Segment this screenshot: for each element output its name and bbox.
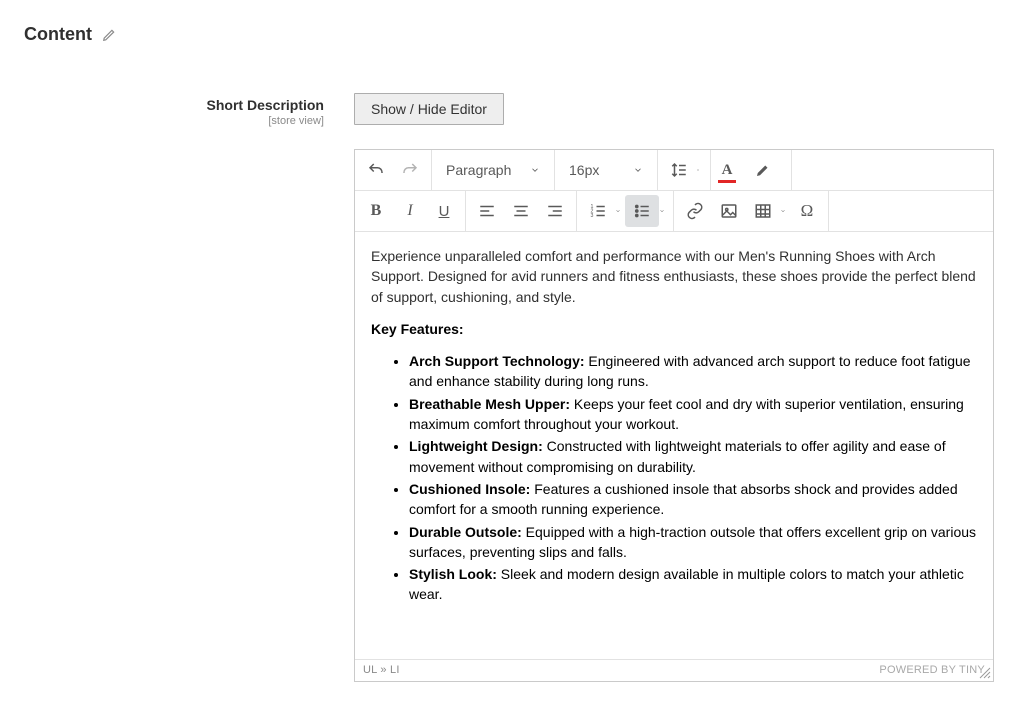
feature-item: Durable Outsole: Equipped with a high-tr… [409, 522, 977, 563]
undo-button[interactable] [359, 154, 393, 186]
resize-handle-icon[interactable] [979, 667, 993, 681]
pencil-icon[interactable] [102, 28, 116, 42]
unordered-list-button[interactable] [625, 195, 659, 227]
feature-title: Arch Support Technology: [409, 353, 585, 369]
image-button[interactable] [712, 195, 746, 227]
feature-title: Lightweight Design: [409, 438, 543, 454]
feature-item: Breathable Mesh Upper: Keeps your feet c… [409, 394, 977, 435]
wysiwyg-editor: Paragraph 16px [354, 149, 994, 682]
feature-title: Breathable Mesh Upper: [409, 396, 570, 412]
font-size-select[interactable]: 16px [559, 154, 653, 186]
field-value: Show / Hide Editor Paragraph [354, 93, 994, 682]
align-left-button[interactable] [470, 195, 504, 227]
short-description-row: Short Description [store view] Show / Hi… [24, 93, 1000, 682]
link-button[interactable] [678, 195, 712, 227]
feature-title: Stylish Look: [409, 566, 497, 582]
chevron-down-icon[interactable] [659, 206, 669, 216]
field-label: Short Description [store view] [24, 93, 354, 127]
chevron-down-icon[interactable] [739, 165, 751, 175]
features-list: Arch Support Technology: Engineered with… [371, 351, 977, 605]
field-label-text: Short Description [24, 97, 324, 113]
align-center-button[interactable] [504, 195, 538, 227]
bold-button[interactable]: B [359, 195, 393, 227]
feature-title: Cushioned Insole: [409, 481, 530, 497]
chevron-down-icon[interactable] [696, 165, 706, 175]
key-features-heading: Key Features: [371, 319, 977, 339]
underline-button[interactable]: U [427, 195, 461, 227]
redo-button[interactable] [393, 154, 427, 186]
chevron-down-icon[interactable] [615, 206, 625, 216]
feature-item: Cushioned Insole: Features a cushioned i… [409, 479, 977, 520]
chevron-down-icon[interactable] [775, 165, 787, 175]
feature-item: Arch Support Technology: Engineered with… [409, 351, 977, 392]
intro-paragraph: Experience unparalleled comfort and perf… [371, 246, 977, 307]
element-path[interactable]: UL » LI [363, 664, 400, 676]
align-right-button[interactable] [538, 195, 572, 227]
chevron-down-icon[interactable] [780, 206, 790, 216]
table-button[interactable] [746, 195, 780, 227]
font-size-value: 16px [569, 162, 629, 178]
italic-button[interactable]: I [393, 195, 427, 227]
section-title: Content [24, 24, 92, 45]
block-format-select[interactable]: Paragraph [436, 154, 550, 186]
block-format-value: Paragraph [446, 162, 526, 178]
ordered-list-button[interactable]: 123 [581, 195, 615, 227]
feature-item: Stylish Look: Sleek and modern design av… [409, 564, 977, 605]
editor-content[interactable]: Experience unparalleled comfort and perf… [355, 232, 993, 659]
feature-title: Durable Outsole: [409, 524, 522, 540]
field-scope: [store view] [24, 115, 324, 127]
text-color-button[interactable]: A [715, 154, 739, 186]
chevron-down-icon [530, 165, 540, 175]
show-hide-editor-button[interactable]: Show / Hide Editor [354, 93, 504, 125]
chevron-down-icon [633, 165, 643, 175]
svg-text:3: 3 [591, 213, 594, 219]
background-color-button[interactable] [751, 154, 775, 186]
section-header: Content [24, 24, 1000, 45]
editor-statusbar: UL » LI Powered by Tiny [355, 659, 993, 681]
powered-by: Powered by Tiny [879, 664, 985, 676]
feature-item: Lightweight Design: Constructed with lig… [409, 436, 977, 477]
line-height-button[interactable] [662, 154, 696, 186]
special-character-button[interactable]: Ω [790, 195, 824, 227]
editor-toolbar: Paragraph 16px [355, 150, 993, 232]
